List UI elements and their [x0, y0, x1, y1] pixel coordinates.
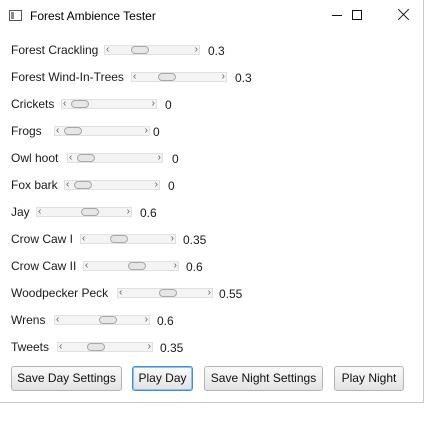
slider-label: Forest Crackling: [11, 43, 99, 57]
slider-label: Crow Caw II: [11, 259, 77, 273]
slider-row-woodpecker-peck: Woodpecker Peck ‹ › 0.55: [11, 284, 259, 302]
volume-slider-wrens[interactable]: ‹ ›: [54, 313, 150, 327]
slider-value: 0.55: [219, 287, 243, 301]
save-night-settings-button[interactable]: Save Night Settings: [204, 366, 323, 391]
scroll-left-arrow-icon[interactable]: ‹: [69, 151, 72, 165]
slider-row-fox-bark: Fox bark ‹ › 0: [11, 176, 208, 194]
maximize-button[interactable]: [334, 0, 380, 32]
slider-label: Jay: [11, 205, 30, 219]
volume-slider-owl-hoot[interactable]: ‹ ›: [67, 151, 163, 165]
slider-thumb[interactable]: [110, 235, 128, 243]
slider-row-jay: Jay ‹ › 0.6: [11, 203, 180, 221]
slider-value: 0: [165, 98, 172, 112]
scroll-right-arrow-icon[interactable]: ›: [222, 70, 225, 84]
desktop-background: [0, 403, 427, 433]
scroll-right-arrow-icon[interactable]: ›: [195, 43, 198, 57]
slider-thumb[interactable]: [128, 262, 146, 270]
slider-value: 0.6: [186, 260, 203, 274]
slider-thumb[interactable]: [77, 154, 95, 162]
slider-row-wrens: Wrens ‹ › 0.6: [11, 311, 197, 329]
scroll-right-arrow-icon[interactable]: ›: [171, 232, 174, 246]
slider-value: 0: [153, 125, 160, 139]
slider-thumb[interactable]: [81, 208, 99, 216]
slider-row-frogs: Frogs ‹ › 0: [11, 122, 193, 140]
volume-slider-fox-bark[interactable]: ‹ ›: [64, 178, 160, 192]
scroll-left-arrow-icon[interactable]: ‹: [82, 232, 85, 246]
close-button[interactable]: [380, 0, 426, 32]
slider-label: Crickets: [11, 97, 55, 111]
slider-thumb[interactable]: [159, 289, 177, 297]
scroll-left-arrow-icon[interactable]: ‹: [85, 259, 88, 273]
slider-row-forest-wind-in-trees: Forest Wind-In-Trees ‹ › 0.3: [11, 68, 275, 86]
scroll-left-arrow-icon[interactable]: ‹: [56, 124, 59, 138]
slider-row-forest-crackling: Forest Crackling ‹ › 0.3: [11, 41, 248, 59]
volume-slider-crickets[interactable]: ‹ ›: [61, 97, 157, 111]
scroll-right-arrow-icon[interactable]: ›: [174, 259, 177, 273]
close-icon: [397, 8, 410, 21]
window-title: Forest Ambience Tester: [30, 9, 156, 23]
slider-value: 0: [172, 152, 179, 166]
slider-thumb[interactable]: [71, 100, 89, 108]
volume-slider-crow-caw-i[interactable]: ‹ ›: [80, 232, 176, 246]
save-day-settings-button[interactable]: Save Day Settings: [11, 366, 122, 391]
slider-label: Frogs: [11, 124, 42, 138]
volume-slider-woodpecker-peck[interactable]: ‹ ›: [117, 286, 213, 300]
scroll-left-arrow-icon[interactable]: ‹: [63, 97, 66, 111]
slider-row-owl-hoot: Owl hoot ‹ › 0: [11, 149, 212, 167]
slider-label: Owl hoot: [11, 151, 59, 165]
scroll-left-arrow-icon[interactable]: ‹: [38, 205, 41, 219]
app-window: Forest Ambience Tester Forest Crackling ‹…: [0, 0, 424, 403]
volume-slider-forest-wind-in-trees[interactable]: ‹ ›: [131, 70, 227, 84]
slider-value: 0: [168, 179, 175, 193]
slider-label: Wrens: [11, 313, 46, 327]
title-bar[interactable]: Forest Ambience Tester: [0, 0, 424, 32]
scroll-right-arrow-icon[interactable]: ›: [127, 205, 130, 219]
slider-thumb[interactable]: [74, 181, 92, 189]
maximize-icon: [352, 10, 362, 20]
slider-value: 0.6: [140, 206, 157, 220]
slider-thumb[interactable]: [131, 46, 149, 54]
slider-row-crow-caw-i: Crow Caw I ‹ › 0.35: [11, 230, 223, 248]
volume-slider-crow-caw-ii[interactable]: ‹ ›: [83, 259, 179, 273]
scroll-right-arrow-icon[interactable]: ›: [148, 340, 151, 354]
slider-thumb[interactable]: [99, 316, 117, 324]
slider-value: 0.35: [183, 233, 207, 247]
volume-slider-jay[interactable]: ‹ ›: [36, 205, 132, 219]
play-day-button[interactable]: Play Day: [132, 366, 193, 391]
slider-label: Forest Wind-In-Trees: [11, 70, 124, 84]
scroll-right-arrow-icon[interactable]: ›: [145, 313, 148, 327]
scroll-left-arrow-icon[interactable]: ‹: [59, 340, 62, 354]
slider-row-crickets: Crickets ‹ › 0: [11, 95, 205, 113]
scroll-left-arrow-icon[interactable]: ‹: [133, 70, 136, 84]
volume-slider-forest-crackling[interactable]: ‹ ›: [104, 43, 200, 57]
slider-label: Fox bark: [11, 178, 58, 192]
slider-value: 0.3: [235, 71, 252, 85]
app-icon: [9, 10, 22, 21]
scroll-left-arrow-icon[interactable]: ‹: [106, 43, 109, 57]
slider-label: Woodpecker Peck: [11, 286, 109, 300]
slider-thumb[interactable]: [87, 343, 105, 351]
scroll-right-arrow-icon[interactable]: ›: [145, 124, 148, 138]
slider-thumb[interactable]: [158, 73, 176, 81]
scroll-right-arrow-icon[interactable]: ›: [158, 151, 161, 165]
volume-slider-tweets[interactable]: ‹ ›: [57, 340, 153, 354]
scroll-left-arrow-icon[interactable]: ‹: [119, 286, 122, 300]
slider-value: 0.35: [160, 341, 184, 355]
scroll-right-arrow-icon[interactable]: ›: [208, 286, 211, 300]
play-night-button[interactable]: Play Night: [334, 366, 404, 391]
volume-slider-frogs[interactable]: ‹ ›: [54, 124, 150, 138]
slider-row-crow-caw-ii: Crow Caw II ‹ › 0.6: [11, 257, 226, 275]
scroll-left-arrow-icon[interactable]: ‹: [66, 178, 69, 192]
slider-label: Crow Caw I: [11, 232, 74, 246]
slider-thumb[interactable]: [64, 127, 82, 135]
slider-value: 0.3: [208, 44, 225, 58]
scroll-right-arrow-icon[interactable]: ›: [152, 97, 155, 111]
slider-label: Tweets: [11, 340, 50, 354]
scroll-right-arrow-icon[interactable]: ›: [155, 178, 158, 192]
scroll-left-arrow-icon[interactable]: ‹: [56, 313, 59, 327]
slider-value: 0.6: [157, 314, 174, 328]
slider-row-tweets: Tweets ‹ › 0.35: [11, 338, 200, 356]
